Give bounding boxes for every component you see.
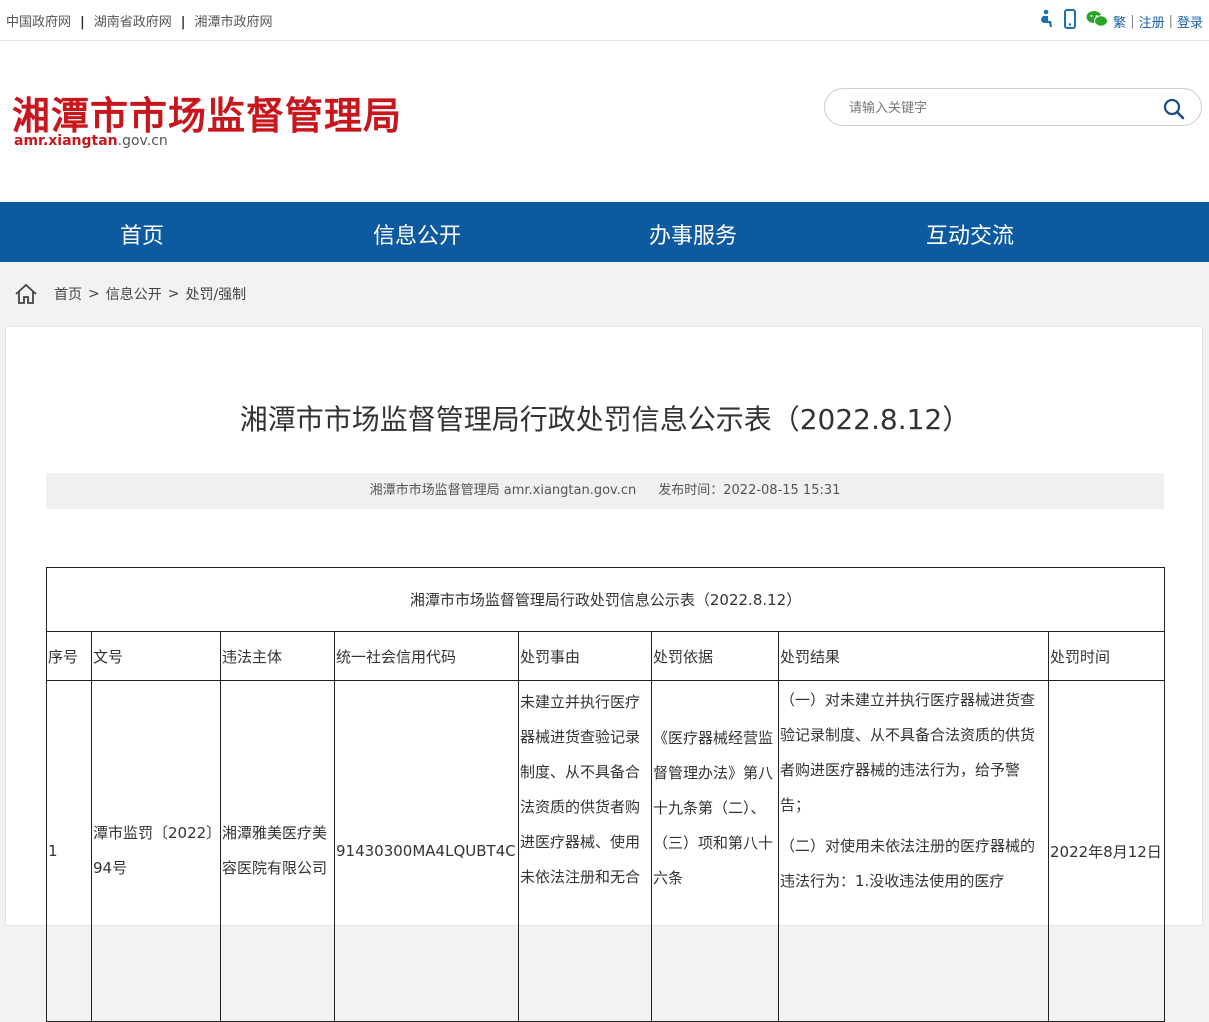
header-doc-no: 文号	[91, 631, 221, 681]
site-header: 湘潭市市场监督管理局 amr.xiangtan.gov.cn	[0, 41, 1209, 202]
publish-time: 发布时间：2022-08-15 15:31	[658, 483, 841, 498]
breadcrumb-info[interactable]: 信息公开	[106, 284, 162, 304]
result-item-2: （二）对使用未依法注册的医疗器械的违法行为：1.没收违法使用的医疗	[780, 837, 1036, 890]
traditional-chinese-link[interactable]: 繁	[1113, 12, 1126, 31]
header-result: 处罚结果	[778, 631, 1049, 681]
nav-services[interactable]: 办事服务	[649, 218, 737, 250]
header-seq: 序号	[46, 631, 92, 681]
cell-reason: 未建立并执行医疗器械进货查验记录制度、从不具备合法资质的供货者购进医疗器械、使用…	[518, 680, 652, 1022]
main-nav: 首页 信息公开 办事服务 互动交流	[0, 202, 1209, 262]
link-hunan-gov[interactable]: 湖南省政府网	[94, 15, 172, 30]
link-xiangtan-gov[interactable]: 湘潭市政府网	[195, 15, 273, 30]
mobile-icon[interactable]	[1064, 9, 1077, 33]
result-item-1: （一）对未建立并执行医疗器械进货查验记录制度、从不具备合法资质的供货者购进医疗器…	[780, 691, 1036, 814]
gov-links: 中国政府网 | 湖南省政府网 | 湘潭市政府网	[6, 15, 273, 30]
table-header-row: 序号 文号 违法主体 统一社会信用代码 处罚事由 处罚依据 处罚结果 处罚时间	[46, 631, 1166, 681]
cell-subject: 湘潭雅美医疗美容医院有限公司	[220, 680, 335, 1022]
cell-date: 2022年8月12日	[1047, 680, 1166, 1022]
link-china-gov[interactable]: 中国政府网	[6, 15, 71, 30]
top-tools: 繁 | 注册 | 登录	[1033, 9, 1203, 33]
table-row: 1 潭市监罚〔2022〕94号 湘潭雅美医疗美容医院有限公司 91430300M…	[46, 680, 1166, 1022]
cell-credit-code: 91430300MA4LQUBT4C	[334, 680, 519, 1022]
header-date: 处罚时间	[1047, 631, 1166, 681]
nav-info-disclosure[interactable]: 信息公开	[373, 218, 461, 250]
article-meta: 湘潭市市场监督管理局 amr.xiangtan.gov.cn 发布时间：2022-…	[46, 473, 1164, 509]
table-caption: 湘潭市市场监督管理局行政处罚信息公示表（2022.8.12）	[45, 567, 1166, 632]
search-box	[824, 88, 1202, 126]
breadcrumb-penalty[interactable]: 处罚/强制	[185, 284, 246, 304]
cell-basis: 《医疗器械经营监督管理办法》第八十九条第（二）、（三）项和第八十六条	[651, 680, 779, 1022]
home-icon[interactable]	[14, 283, 38, 305]
search-icon[interactable]	[1163, 98, 1185, 124]
site-domain: amr.xiangtan.gov.cn	[14, 133, 168, 149]
register-link[interactable]: 注册	[1139, 12, 1165, 31]
header-reason: 处罚事由	[518, 631, 652, 681]
wechat-icon[interactable]	[1086, 10, 1109, 32]
site-title[interactable]: 湘潭市市场监督管理局	[12, 85, 402, 140]
header-basis: 处罚依据	[651, 631, 779, 681]
article-title: 湘潭市市场监督管理局行政处罚信息公示表（2022.8.12）	[239, 403, 971, 436]
article-source: 湘潭市市场监督管理局 amr.xiangtan.gov.cn	[369, 483, 637, 498]
accessibility-icon[interactable]	[1038, 9, 1054, 33]
search-input[interactable]	[847, 97, 1151, 119]
nav-interaction[interactable]: 互动交流	[926, 218, 1014, 250]
article-panel: 湘潭市市场监督管理局行政处罚信息公示表（2022.8.12） 湘潭市市场监督管理…	[5, 326, 1203, 1022]
header-credit-code: 统一社会信用代码	[334, 631, 519, 681]
breadcrumb-home[interactable]: 首页	[54, 284, 82, 304]
top-bar: 中国政府网 | 湖南省政府网 | 湘潭市政府网 繁 | 注册 | 登录	[0, 0, 1209, 41]
nav-home[interactable]: 首页	[120, 218, 164, 250]
login-link[interactable]: 登录	[1177, 12, 1203, 31]
breadcrumb: 首页 > 信息公开 > 处罚/强制	[14, 283, 246, 305]
cell-seq: 1	[46, 680, 92, 1022]
cell-doc-no: 潭市监罚〔2022〕94号	[91, 680, 221, 1022]
cell-result: （一）对未建立并执行医疗器械进货查验记录制度、从不具备合法资质的供货者购进医疗器…	[778, 680, 1049, 1022]
penalty-table: 湘潭市市场监督管理局行政处罚信息公示表（2022.8.12） 序号 文号 违法主…	[45, 567, 1166, 1022]
header-subject: 违法主体	[220, 631, 335, 681]
